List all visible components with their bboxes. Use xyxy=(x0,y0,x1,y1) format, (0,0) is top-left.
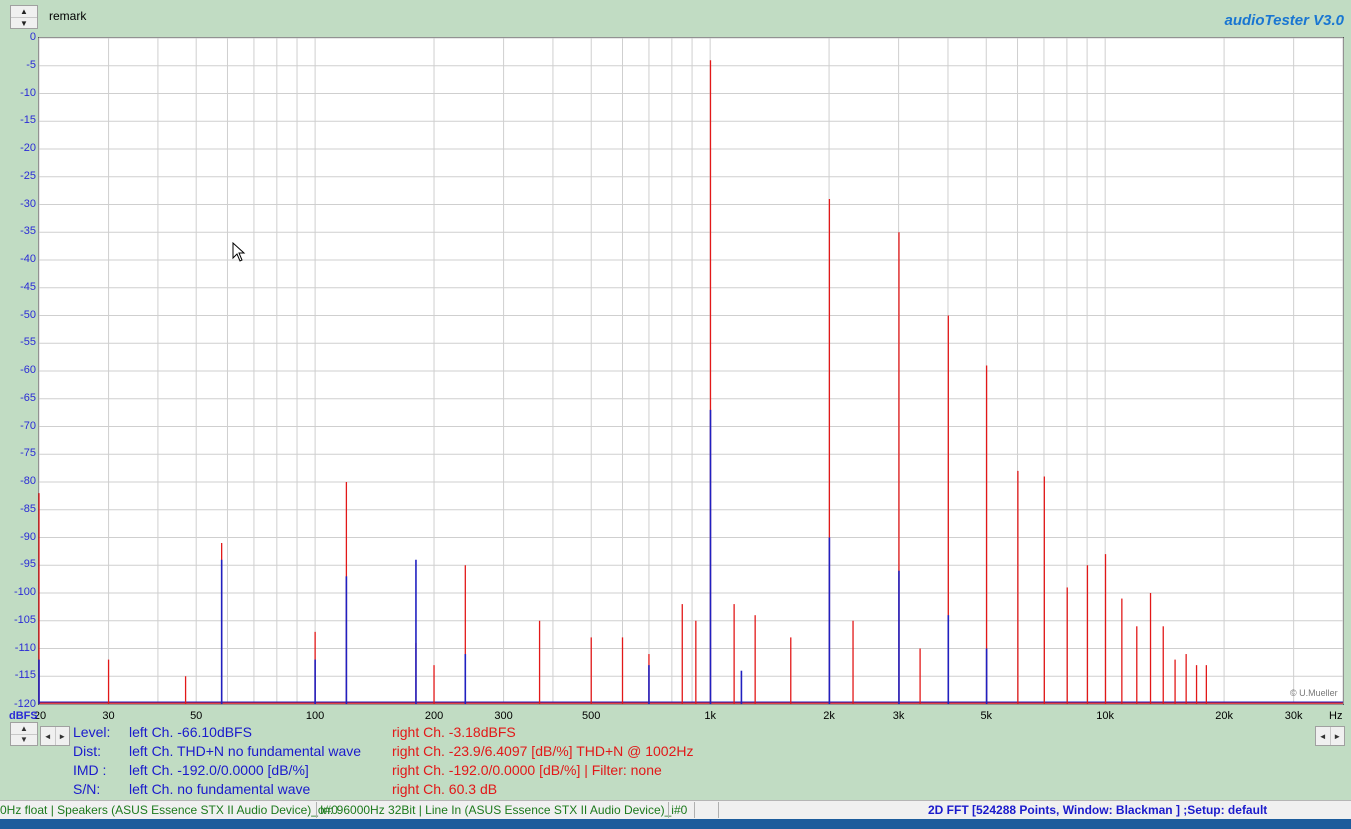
y-tick-label: -105 xyxy=(13,613,36,626)
y-tick-label: -5 xyxy=(26,58,36,71)
y-tick-label: -100 xyxy=(13,586,36,598)
x-tick-label: 2k xyxy=(823,710,835,722)
fft-chart xyxy=(38,37,1344,705)
y-tick-label: -30 xyxy=(20,197,36,210)
level-left: left Ch. -66.10dBFS xyxy=(129,724,252,740)
x-tick-label: 200 xyxy=(424,710,444,722)
dist-left: left Ch. THD+N no fundamental wave xyxy=(129,743,362,759)
y-tick-label: -60 xyxy=(20,364,36,376)
y-tick-label: 0 xyxy=(29,31,36,43)
scroll-right-icon[interactable]: ► xyxy=(54,727,70,745)
y-tick-label: -25 xyxy=(20,169,36,182)
x-tick-label: 20k xyxy=(1215,710,1233,722)
x-tick-label: 1k xyxy=(704,710,716,722)
x-tick-label: 500 xyxy=(582,710,601,722)
status-divider xyxy=(718,802,719,818)
status-bar: 0Hz float | Speakers (ASUS Essence STX I… xyxy=(0,800,1351,819)
y-tick-label: -90 xyxy=(20,530,36,543)
y-tick-label: -55 xyxy=(20,336,36,349)
imd-label: IMD : xyxy=(73,762,107,778)
y-tick-label: -15 xyxy=(20,114,36,127)
readout-spinner[interactable]: ▲ ▼ xyxy=(10,722,38,746)
y-tick-label: -65 xyxy=(20,391,36,404)
y-tick-label: -75 xyxy=(20,447,36,460)
y-tick-label: -85 xyxy=(20,502,36,515)
x-tick-label: 3k xyxy=(892,710,905,722)
scroll-left-icon[interactable]: ◄ xyxy=(41,727,55,745)
status-divider xyxy=(316,802,317,818)
status-output-device: 0Hz float | Speakers (ASUS Essence STX I… xyxy=(0,803,338,817)
x-tick-label: 30 xyxy=(102,710,115,722)
y-tick-label: -95 xyxy=(20,558,36,571)
spin-up-icon[interactable]: ▲ xyxy=(11,723,37,734)
status-input-device: In: 96000Hz 32Bit | Line In (ASUS Essenc… xyxy=(320,803,688,817)
y-tick-label: -115 xyxy=(14,669,36,682)
y-tick-label: -35 xyxy=(20,225,36,238)
x-unit-label: Hz xyxy=(1329,710,1343,722)
level-right: right Ch. -3.18dBFS xyxy=(392,724,516,740)
y-tick-label: -45 xyxy=(20,280,36,293)
y-tick-label: -110 xyxy=(14,641,36,654)
y-tick-label: -10 xyxy=(20,86,36,99)
sn-left: left Ch. no fundamental wave xyxy=(129,781,311,797)
status-divider xyxy=(668,802,669,818)
sn-label: S/N: xyxy=(73,781,101,797)
y-tick-label: -80 xyxy=(20,475,36,487)
x-tick-label: 30k xyxy=(1284,710,1303,722)
y-tick-label: -40 xyxy=(20,253,36,265)
scroll-right-icon[interactable]: ► xyxy=(1329,727,1345,745)
imd-right: right Ch. -192.0/0.0000 [dB/%] | Filter:… xyxy=(392,762,662,778)
imd-left: left Ch. -192.0/0.0000 [dB/%] xyxy=(129,762,309,778)
status-divider xyxy=(694,802,695,818)
taskbar xyxy=(0,819,1351,829)
mouse-cursor-icon xyxy=(232,242,246,262)
x-tick-label: 50 xyxy=(190,710,203,722)
level-label: Level: xyxy=(73,724,111,740)
x-scroll-left-control[interactable]: ◄ ► xyxy=(40,726,70,746)
sn-right: right Ch. 60.3 dB xyxy=(392,781,498,797)
x-tick-label: 5k xyxy=(980,710,993,722)
y-tick-label: -120 xyxy=(13,698,36,710)
x-tick-label: 100 xyxy=(305,710,325,722)
y-tick-label: -70 xyxy=(20,419,36,432)
spin-down-icon[interactable]: ▼ xyxy=(11,733,37,746)
x-scroll-right-control[interactable]: ◄ ► xyxy=(1315,726,1345,746)
dist-right: right Ch. -23.9/6.4097 [dB/%] THD+N @ 10… xyxy=(392,743,694,759)
y-tick-label: -20 xyxy=(20,142,36,154)
y-unit-label: dBFS xyxy=(9,710,38,722)
copyright-label: © U.Mueller xyxy=(1290,688,1338,698)
y-tick-label: -50 xyxy=(20,308,36,321)
status-fft-settings: 2D FFT [524288 Points, Window: Blackman … xyxy=(928,803,1268,817)
x-tick-label: 10k xyxy=(1096,710,1115,722)
x-tick-label: 300 xyxy=(494,710,513,722)
dist-label: Dist: xyxy=(73,743,101,759)
scroll-left-icon[interactable]: ◄ xyxy=(1316,727,1330,745)
